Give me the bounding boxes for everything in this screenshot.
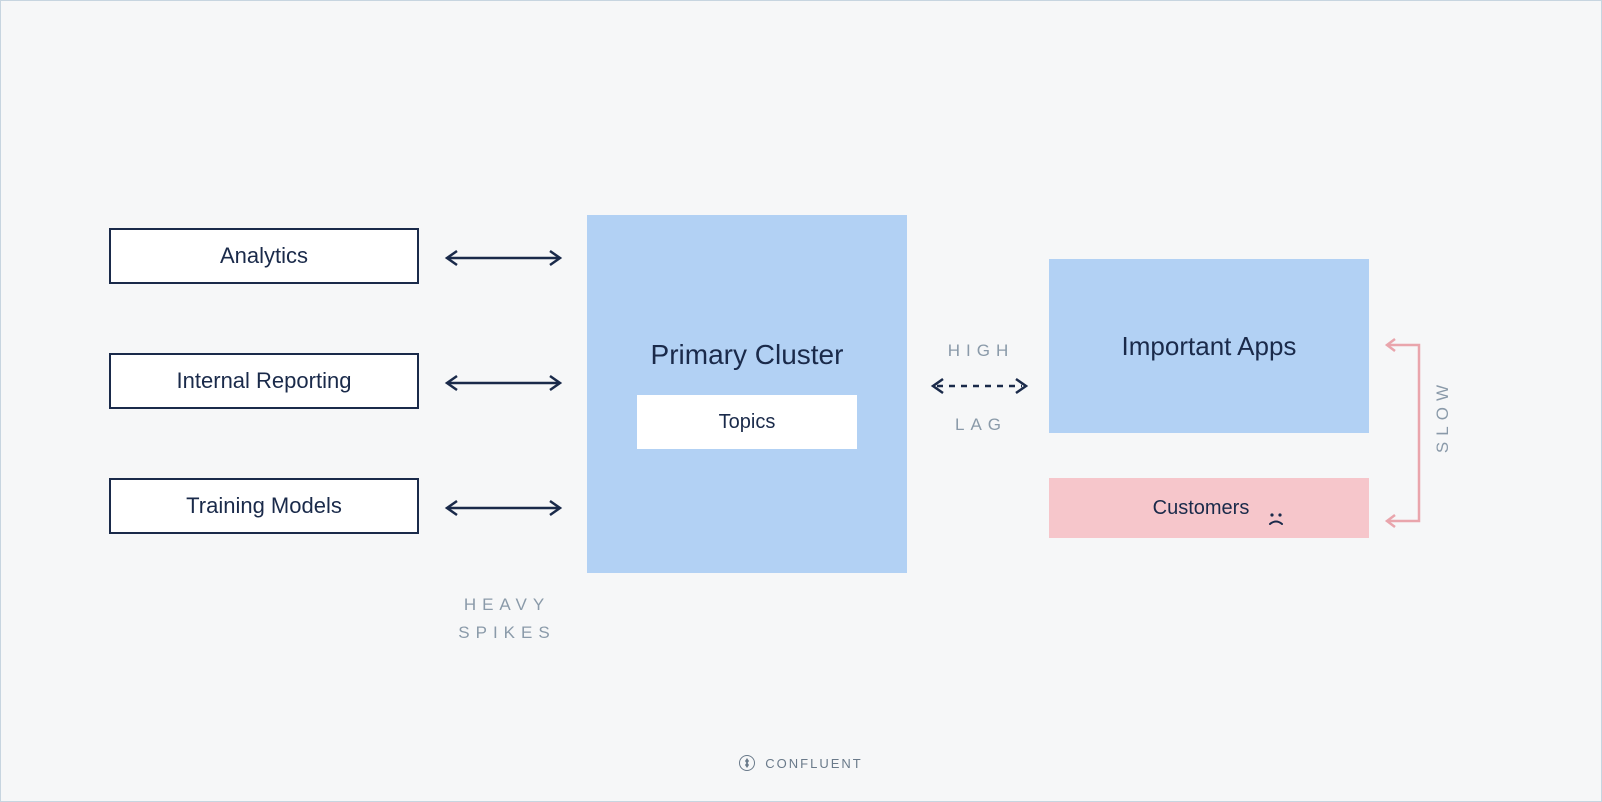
heavy-label: HEAVY <box>447 595 567 615</box>
important-apps-label: Important Apps <box>1122 331 1297 362</box>
important-apps-box: Important Apps <box>1049 259 1369 433</box>
topics-label: Topics <box>719 411 776 434</box>
footer-brand: CONFLUENT <box>765 756 862 771</box>
customers-label: Customers <box>1153 497 1250 520</box>
spikes-label: SPIKES <box>447 623 567 643</box>
primary-cluster-box: Primary Cluster Topics <box>587 215 907 573</box>
slow-label: SLOW <box>1433 379 1453 453</box>
internal-reporting-label: Internal Reporting <box>177 368 352 394</box>
arrow-dashed-icon <box>927 377 1032 395</box>
diagram-canvas: Analytics Internal Reporting Training Mo… <box>1 1 1601 801</box>
topics-box: Topics <box>637 395 857 449</box>
arrow-reporting-icon <box>441 374 566 392</box>
training-models-label: Training Models <box>186 493 342 519</box>
lag-label: LAG <box>941 415 1021 435</box>
analytics-label: Analytics <box>220 243 308 269</box>
slow-arrow-icon <box>1381 333 1431 553</box>
high-label: HIGH <box>941 341 1021 361</box>
primary-cluster-title: Primary Cluster <box>651 339 844 371</box>
footer: CONFLUENT <box>1 755 1601 771</box>
training-models-box: Training Models <box>109 478 419 534</box>
arrow-training-icon <box>441 499 566 517</box>
arrow-analytics-icon <box>441 249 566 267</box>
customers-box: Customers <box>1049 478 1369 538</box>
confluent-logo-icon <box>739 755 755 771</box>
analytics-box: Analytics <box>109 228 419 284</box>
internal-reporting-box: Internal Reporting <box>109 353 419 409</box>
